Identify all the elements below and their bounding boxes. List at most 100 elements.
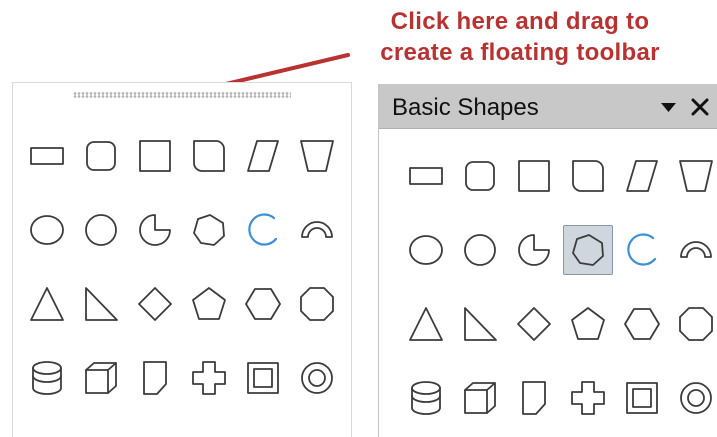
folded-corner-icon (522, 381, 546, 415)
hexagon-icon (245, 288, 281, 320)
dock-shape-block-arc-half-button[interactable] (292, 205, 342, 255)
toolbar-border (13, 82, 351, 83)
ellipse-icon (30, 215, 64, 245)
rounded-square-icon (193, 140, 225, 172)
ellipse-icon (409, 235, 443, 265)
rounded-rectangle-icon (465, 161, 495, 191)
float-shape-diamond-button[interactable] (509, 299, 559, 349)
dock-shape-ellipse-button[interactable] (22, 205, 72, 255)
float-shape-octagon-button[interactable] (671, 299, 717, 349)
float-shape-rounded-square-button[interactable] (563, 151, 613, 201)
dock-shape-frame-button[interactable] (238, 353, 288, 403)
dock-shape-rectangle-button[interactable] (22, 131, 72, 181)
float-shape-cube-button[interactable] (455, 373, 505, 423)
floating-toolbar-title: Basic Shapes (392, 94, 539, 121)
ring-icon (301, 362, 333, 394)
diamond-icon (138, 287, 172, 321)
dropdown-triangle-icon (661, 103, 676, 112)
cylinder-icon (32, 361, 62, 395)
trapezoid-icon (300, 140, 334, 172)
dock-shape-trapezoid-button[interactable] (292, 131, 342, 181)
docked-toolbar (12, 82, 352, 437)
circle-pie-icon (518, 234, 550, 266)
rectangle-icon (409, 167, 443, 185)
rectangle-icon (30, 147, 64, 165)
float-shape-circle-button[interactable] (455, 225, 505, 275)
right-triangle-icon (85, 287, 118, 321)
block-arc-half-icon (301, 221, 333, 238)
dock-shape-cube-button[interactable] (76, 353, 126, 403)
docked-shape-grid (20, 120, 344, 416)
dock-shape-rounded-rectangle-button[interactable] (76, 131, 126, 181)
dock-shape-hexagon-button[interactable] (238, 279, 288, 329)
toolbar-options-button[interactable] (655, 96, 681, 118)
toolbar-drag-handle[interactable] (73, 92, 291, 98)
circle-pie-icon (139, 214, 171, 246)
frame-icon (247, 362, 279, 394)
dock-shape-parallelogram-button[interactable] (238, 131, 288, 181)
square-icon (518, 160, 550, 192)
floating-toolbar-title-bar[interactable]: Basic Shapes (379, 84, 717, 129)
rounded-square-icon (572, 160, 604, 192)
dock-shape-isosceles-triangle-button[interactable] (22, 279, 72, 329)
dock-shape-circle-button[interactable] (76, 205, 126, 255)
dock-shape-ring-button[interactable] (292, 353, 342, 403)
circle-icon (464, 234, 496, 266)
dock-shape-folded-corner-button[interactable] (130, 353, 180, 403)
float-shape-cylinder-button[interactable] (401, 373, 451, 423)
ring-icon (680, 382, 712, 414)
dock-shape-pentagon-button[interactable] (184, 279, 234, 329)
float-shape-pentagon-button[interactable] (563, 299, 613, 349)
float-shape-rectangle-button[interactable] (401, 151, 451, 201)
dock-shape-circle-pie-button[interactable] (130, 205, 180, 255)
callout-line-2: create a floating toolbar (380, 39, 660, 66)
octagon-icon (300, 287, 334, 321)
isosceles-triangle-icon (30, 287, 64, 321)
arc-icon (248, 213, 278, 246)
trapezoid-icon (679, 160, 713, 192)
arc-icon (627, 233, 657, 266)
cylinder-icon (411, 381, 441, 415)
float-shape-cross-button[interactable] (563, 373, 613, 423)
right-triangle-icon (464, 307, 497, 341)
cube-icon (464, 382, 496, 414)
float-shape-folded-corner-button[interactable] (509, 373, 559, 423)
block-arc-icon (193, 214, 225, 246)
isosceles-triangle-icon (409, 307, 443, 341)
dock-shape-right-triangle-button[interactable] (76, 279, 126, 329)
parallelogram-icon (247, 140, 279, 172)
float-shape-rounded-rectangle-button[interactable] (455, 151, 505, 201)
float-shape-block-arc-half-button[interactable] (671, 225, 717, 275)
dock-shape-square-button[interactable] (130, 131, 180, 181)
float-shape-parallelogram-button[interactable] (617, 151, 667, 201)
dock-shape-arc-button[interactable] (238, 205, 288, 255)
cross-icon (192, 361, 226, 395)
rounded-rectangle-icon (86, 141, 116, 171)
diamond-icon (517, 307, 551, 341)
parallelogram-icon (626, 160, 658, 192)
float-shape-ring-button[interactable] (671, 373, 717, 423)
dock-shape-cross-button[interactable] (184, 353, 234, 403)
dock-shape-cylinder-button[interactable] (22, 353, 72, 403)
float-shape-trapezoid-button[interactable] (671, 151, 717, 201)
float-shape-block-arc-button[interactable] (563, 225, 613, 275)
close-button[interactable] (687, 95, 713, 119)
float-shape-circle-pie-button[interactable] (509, 225, 559, 275)
hexagon-icon (624, 308, 660, 340)
dock-shape-diamond-button[interactable] (130, 279, 180, 329)
float-shape-frame-button[interactable] (617, 373, 667, 423)
cross-icon (571, 381, 605, 415)
floating-toolbar: Basic Shapes (378, 84, 717, 437)
floating-shape-grid (399, 140, 717, 436)
dock-shape-octagon-button[interactable] (292, 279, 342, 329)
dock-shape-block-arc-button[interactable] (184, 205, 234, 255)
circle-icon (85, 214, 117, 246)
float-shape-arc-button[interactable] (617, 225, 667, 275)
float-shape-isosceles-triangle-button[interactable] (401, 299, 451, 349)
float-shape-right-triangle-button[interactable] (455, 299, 505, 349)
float-shape-ellipse-button[interactable] (401, 225, 451, 275)
dock-shape-rounded-square-button[interactable] (184, 131, 234, 181)
block-arc-half-icon (680, 241, 712, 258)
float-shape-square-button[interactable] (509, 151, 559, 201)
float-shape-hexagon-button[interactable] (617, 299, 667, 349)
